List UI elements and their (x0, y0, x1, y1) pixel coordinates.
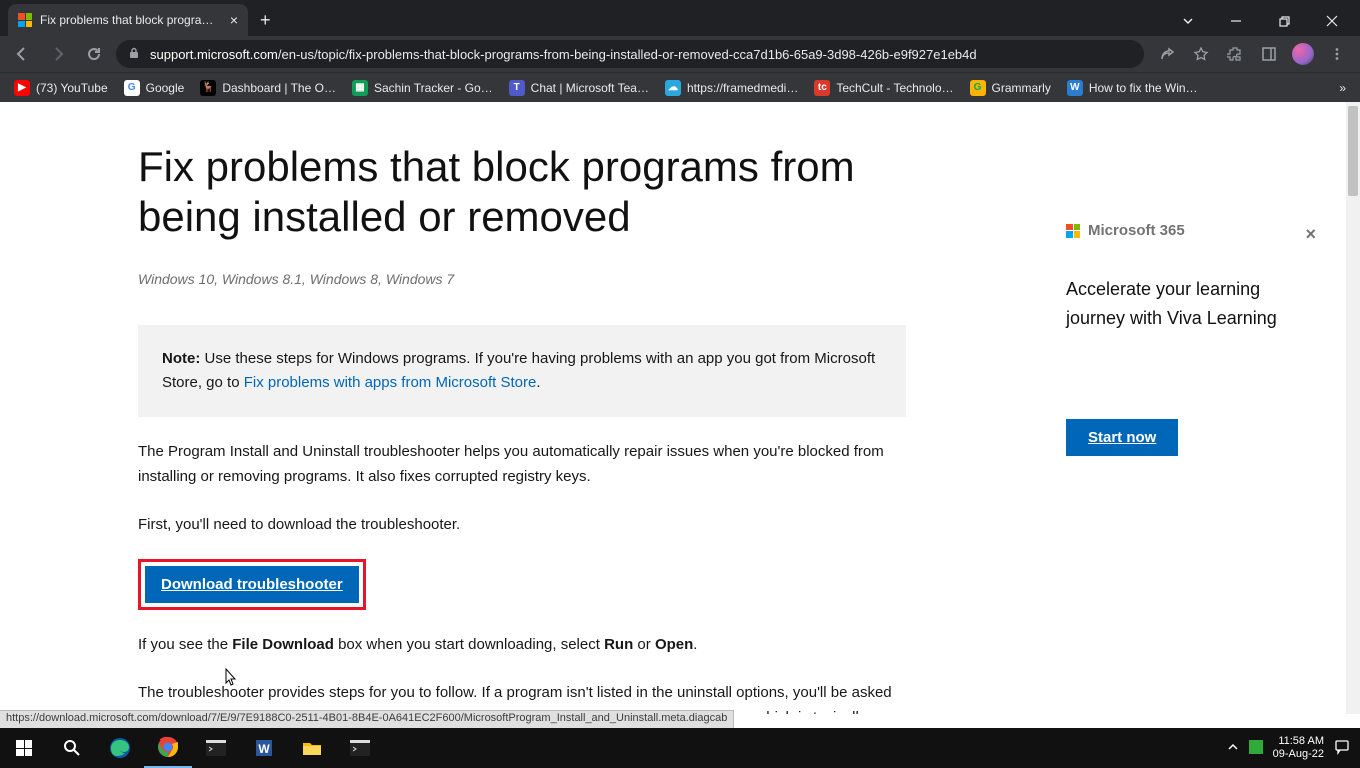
tray-app-icon[interactable] (1249, 740, 1263, 757)
system-tray: 11:58 AM 09-Aug-22 (1227, 735, 1360, 761)
download-highlight-box: Download troubleshooter (138, 559, 366, 610)
address-bar[interactable]: support.microsoft.com/en-us/topic/fix-pr… (116, 40, 1144, 68)
bookmark-item[interactable]: GGrammarly (970, 80, 1051, 96)
url-text: support.microsoft.com/en-us/topic/fix-pr… (150, 47, 977, 62)
taskbar-cmd-icon[interactable] (192, 728, 240, 768)
promo-card: Microsoft 365 × Accelerate your learning… (1066, 222, 1286, 456)
note-label: Note: (162, 350, 200, 367)
reload-button[interactable] (80, 40, 108, 68)
promo-text: Accelerate your learning journey with Vi… (1066, 275, 1286, 333)
tab-title: Fix problems that block programs… (40, 13, 222, 27)
tray-chevron-icon[interactable] (1227, 741, 1239, 756)
browser-menu-icon[interactable] (1326, 43, 1348, 65)
promo-cta-button[interactable]: Start now (1066, 419, 1178, 456)
window-close-button[interactable] (1310, 6, 1354, 36)
tray-clock[interactable]: 11:58 AM 09-Aug-22 (1273, 735, 1324, 761)
body-paragraph: The troubleshooter provides steps for yo… (138, 680, 906, 714)
start-button[interactable] (0, 728, 48, 768)
taskbar-explorer-icon[interactable] (288, 728, 336, 768)
bookmarks-bar: ▶(73) YouTube GGoogle 🦌Dashboard | The O… (0, 72, 1360, 102)
taskbar-cmd-icon[interactable] (336, 728, 384, 768)
page-title: Fix problems that block programs from be… (138, 142, 918, 243)
extensions-icon[interactable] (1224, 43, 1246, 65)
body-paragraph: If you see the File Download box when yo… (138, 632, 906, 658)
body-paragraph: The Program Install and Uninstall troubl… (138, 439, 906, 490)
promo-close-icon[interactable]: × (1305, 224, 1316, 245)
bookmark-star-icon[interactable] (1190, 43, 1212, 65)
svg-text:W: W (258, 742, 270, 756)
page-viewport: Fix problems that block programs from be… (0, 102, 1346, 714)
bookmark-item[interactable]: TChat | Microsoft Tea… (509, 80, 649, 96)
window-maximize-button[interactable] (1262, 6, 1306, 36)
new-tab-button[interactable]: + (248, 4, 283, 36)
lock-icon (128, 47, 140, 62)
promo-brand: Microsoft 365 × (1066, 222, 1286, 239)
forward-button[interactable] (44, 40, 72, 68)
bookmarks-overflow-icon[interactable]: » (1339, 81, 1346, 95)
share-icon[interactable] (1156, 43, 1178, 65)
bookmark-item[interactable]: ▶(73) YouTube (14, 80, 108, 96)
side-panel-icon[interactable] (1258, 43, 1280, 65)
tab-close-icon[interactable]: × (230, 12, 238, 28)
profile-avatar[interactable] (1292, 43, 1314, 65)
bookmark-item[interactable]: ☁https://framedmedi… (665, 80, 798, 96)
scrollbar-thumb[interactable] (1348, 106, 1358, 196)
taskbar-chrome-icon[interactable] (144, 728, 192, 768)
taskbar-search-icon[interactable] (48, 728, 96, 768)
taskbar-edge-icon[interactable] (96, 728, 144, 768)
vertical-scrollbar[interactable] (1346, 102, 1360, 714)
tray-notifications-icon[interactable] (1334, 739, 1350, 758)
bookmark-item[interactable]: tcTechCult - Technolo… (814, 80, 953, 96)
window-minimize-button[interactable] (1214, 6, 1258, 36)
back-button[interactable] (8, 40, 36, 68)
bookmark-item[interactable]: WHow to fix the Win… (1067, 80, 1198, 96)
download-troubleshooter-button[interactable]: Download troubleshooter (145, 566, 359, 603)
window-chevron-icon[interactable] (1166, 6, 1210, 36)
microsoft-logo-icon (1066, 224, 1080, 238)
browser-tab[interactable]: Fix problems that block programs… × (8, 4, 248, 36)
windows-taskbar: W 11:58 AM 09-Aug-22 (0, 728, 1360, 768)
bookmark-item[interactable]: 🦌Dashboard | The O… (200, 80, 336, 96)
browser-titlebar: Fix problems that block programs… × + (0, 0, 1360, 36)
taskbar-word-icon[interactable]: W (240, 728, 288, 768)
bookmark-item[interactable]: ▦Sachin Tracker - Go… (352, 80, 493, 96)
tab-favicon-ms-icon (18, 13, 32, 27)
note-callout: Note: Use these steps for Windows progra… (138, 325, 906, 417)
note-link[interactable]: Fix problems with apps from Microsoft St… (244, 374, 537, 391)
browser-toolbar: support.microsoft.com/en-us/topic/fix-pr… (0, 36, 1360, 72)
bookmark-item[interactable]: GGoogle (124, 80, 185, 96)
body-paragraph: First, you'll need to download the troub… (138, 512, 906, 538)
status-bar: https://download.microsoft.com/download/… (0, 710, 734, 728)
